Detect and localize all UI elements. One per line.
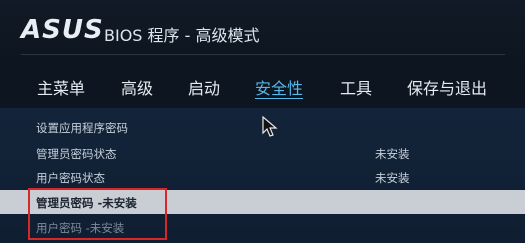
user-password-status-row: 用户密码状态 未安装 [0, 164, 525, 190]
user-password-label: 用户密码 -未安装 [36, 221, 125, 235]
admin-password-row[interactable]: 管理员密码 -未安装 [0, 190, 525, 214]
user-password-row[interactable]: 用户密码 -未安装 [0, 214, 525, 240]
mouse-pointer-icon [262, 116, 278, 137]
tab-save-exit[interactable]: 保存与退出 [407, 75, 487, 99]
admin-password-status-row: 管理员密码状态 未安装 [0, 140, 525, 166]
tab-main-menu[interactable]: 主菜单 [37, 75, 85, 99]
setup-app-password-label: 设置应用程序密码 [36, 121, 128, 135]
tab-tools[interactable]: 工具 [340, 75, 372, 99]
header-divider [21, 54, 505, 55]
admin-password-status-value: 未安装 [375, 147, 410, 161]
window-title: BIOS 程序 - 高级模式 [104, 26, 260, 45]
tab-advanced[interactable]: 高级 [121, 75, 153, 99]
admin-password-status-label: 管理员密码状态 [36, 147, 117, 161]
tab-security[interactable]: 安全性 [255, 75, 303, 99]
bios-header: ASUS BIOS 程序 - 高级模式 [0, 0, 525, 62]
tab-boot[interactable]: 启动 [188, 75, 220, 99]
admin-password-label: 管理员密码 -未安装 [36, 196, 137, 210]
main-nav: 主菜单 高级 启动 安全性 工具 保存与退出 [0, 62, 525, 108]
user-password-status-label: 用户密码状态 [36, 171, 105, 185]
user-password-status-value: 未安装 [375, 171, 410, 185]
asus-logo: ASUS [21, 15, 104, 45]
